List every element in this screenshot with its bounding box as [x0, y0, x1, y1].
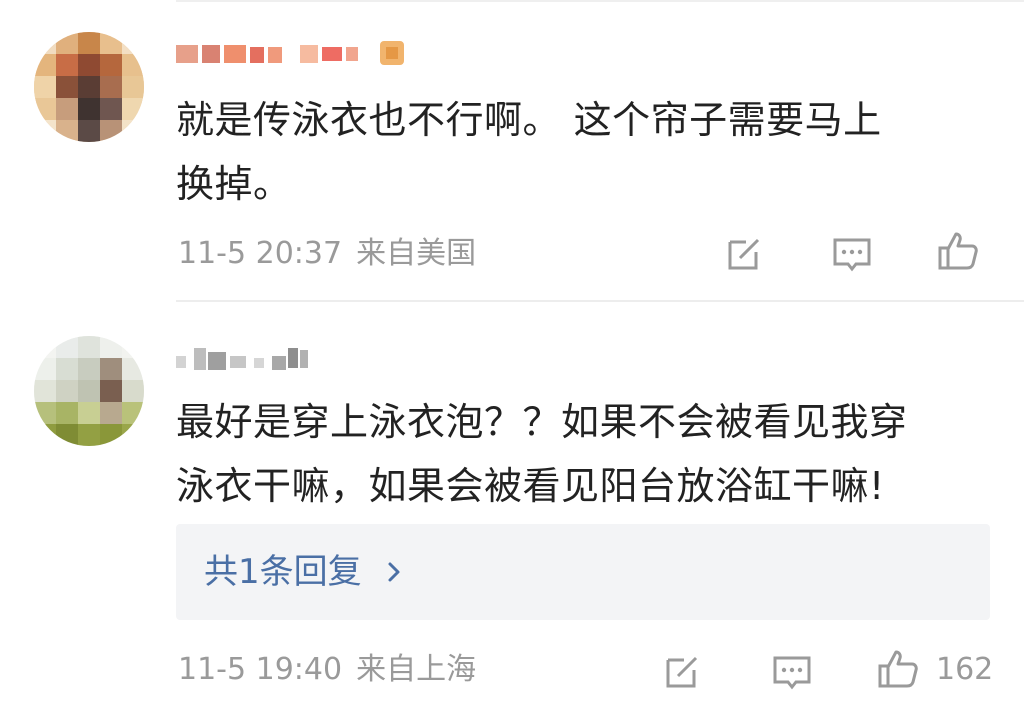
comment-location: 来自美国: [356, 236, 477, 271]
comment-line: 泳衣干嘛，如果会被看见阳台放浴缸干嘛!: [176, 464, 885, 508]
comment-button[interactable]: [830, 232, 874, 276]
obscured-username-blocks: [176, 41, 404, 65]
username-obscured[interactable]: [176, 37, 436, 71]
avatar-pixelated-image: [34, 32, 144, 142]
like-count: 162: [936, 652, 994, 687]
comment-line: 就是传泳衣也不行啊。 这个帘子需要马上: [176, 98, 882, 142]
chevron-right-icon: [388, 562, 400, 582]
comment-text: 最好是穿上泳衣泡？？如果不会被看见我穿 泳衣干嘛，如果会被看见阳台放浴缸干嘛!: [176, 390, 996, 518]
replies-panel[interactable]: 共1条回复: [176, 524, 990, 620]
comment-location: 来自上海: [356, 652, 477, 687]
like-button[interactable]: [936, 228, 980, 272]
comment-icon: [773, 656, 811, 690]
comment-meta: 11-5 19:40 来自上海: [178, 652, 476, 688]
thumbs-up-icon: [938, 232, 978, 270]
comment-item: 就是传泳衣也不行啊。 这个帘子需要马上 换掉。 11-5 20:37 来自美国: [0, 0, 1024, 300]
share-edit-icon: [666, 656, 698, 688]
like-button[interactable]: [876, 646, 920, 690]
comment-line: 换掉。: [176, 162, 292, 206]
comment-time: 11-5 20:37: [178, 236, 343, 271]
share-edit-icon: [728, 238, 760, 270]
view-replies-link[interactable]: 共1条回复: [204, 552, 362, 592]
comment-text: 就是传泳衣也不行啊。 这个帘子需要马上 换掉。: [176, 88, 996, 216]
avatar-pixelated-image: [34, 336, 144, 446]
avatar[interactable]: [34, 32, 144, 142]
avatar[interactable]: [34, 336, 144, 446]
comment-button[interactable]: [770, 650, 814, 694]
obscured-username-blocks: [176, 348, 308, 370]
username-obscured[interactable]: [176, 344, 336, 378]
share-edit-button[interactable]: [660, 650, 704, 694]
comment-time: 11-5 19:40: [178, 652, 343, 687]
thumbs-up-icon: [878, 650, 918, 688]
comment-item: 最好是穿上泳衣泡？？如果不会被看见我穿 泳衣干嘛，如果会被看见阳台放浴缸干嘛! …: [0, 302, 1024, 711]
comment-line: 最好是穿上泳衣泡？？如果不会被看见我穿: [176, 400, 908, 444]
comment-icon: [833, 238, 871, 272]
comment-meta: 11-5 20:37 来自美国: [178, 236, 476, 272]
share-edit-button[interactable]: [722, 232, 766, 276]
